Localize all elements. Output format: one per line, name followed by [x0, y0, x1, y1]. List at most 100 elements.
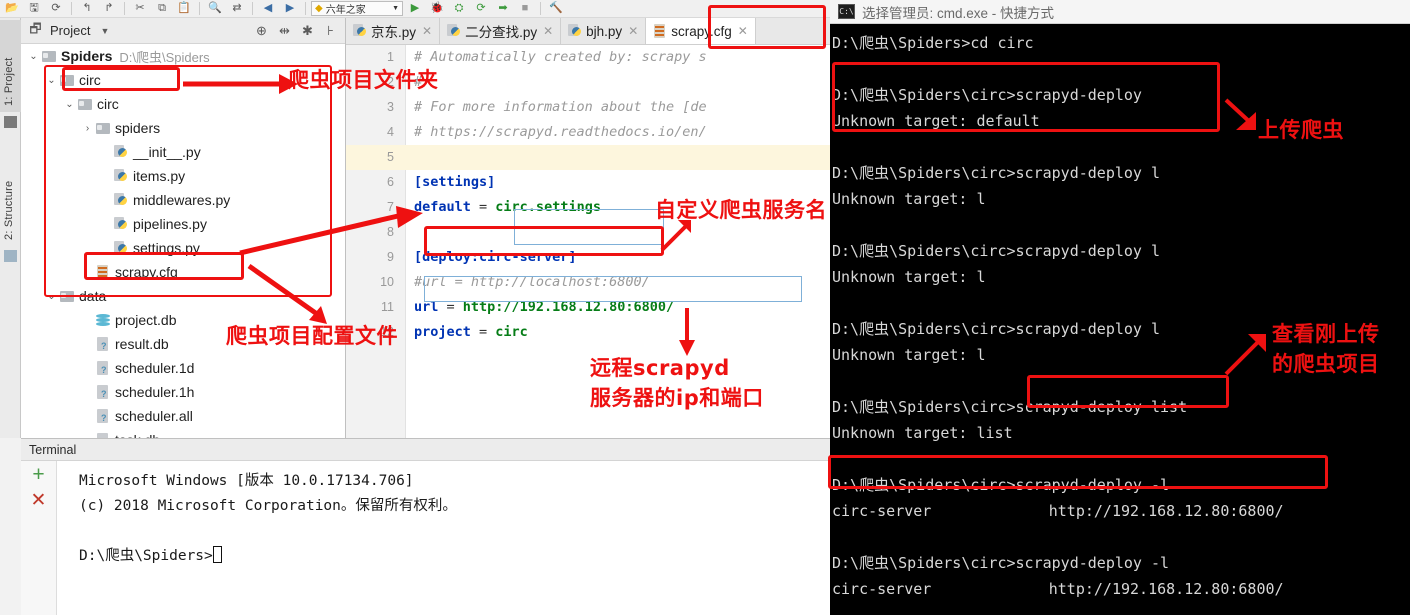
close-icon[interactable]: ✕	[738, 24, 748, 38]
pycharm-window: 📂 🖫 ⟳ ↰ ↱ ✂ ⧉ 📋 🔍 ⇄ ◀ ▶ ◆ 六年之家 ▼ ▶ 🐞 ⛭ ⟳…	[0, 0, 830, 615]
stop-icon[interactable]: ■	[515, 1, 535, 17]
editor-tab[interactable]: bjh.py ✕	[561, 18, 647, 44]
sidebar-item-project[interactable]: 1: Project	[0, 20, 21, 112]
redo-icon[interactable]: ↱	[99, 1, 119, 17]
tree-row[interactable]: ⌄ Spiders D:\爬虫\Spiders	[21, 44, 345, 68]
copy-icon[interactable]: ⧉	[152, 1, 172, 17]
tree-row[interactable]: ?task.db	[21, 428, 345, 438]
paste-icon[interactable]: 📋	[174, 1, 194, 17]
line-number: 7	[387, 200, 394, 214]
run-configuration-selector[interactable]: ◆ 六年之家 ▼	[311, 1, 403, 16]
chevron-down-icon[interactable]: ⌄	[27, 51, 40, 62]
tree-row[interactable]: items.py	[21, 164, 345, 188]
close-tab-button[interactable]: ✕	[31, 491, 47, 510]
editor-tab-label: bjh.py	[586, 23, 623, 39]
cmd-line: Unknown target: l	[832, 268, 986, 286]
terminal-line: (c) 2018 Microsoft Corporation。保留所有权利。	[79, 498, 457, 514]
tree-row[interactable]: › spiders	[21, 116, 345, 140]
line-number: 4	[387, 125, 394, 139]
cmd-console-output[interactable]: D:\爬虫\Spiders>cd circ D:\爬虫\Spiders\circ>…	[830, 24, 1410, 615]
tree-row[interactable]: ? scheduler.1h	[21, 380, 345, 404]
save-icon[interactable]: 🖫	[24, 1, 44, 17]
sidebar-item-structure[interactable]: 2: Structure	[0, 146, 21, 246]
coverage-icon[interactable]: ⛭	[449, 1, 469, 17]
run-anything-icon[interactable]: ➡	[493, 1, 513, 17]
chevron-down-icon[interactable]: ⌄	[45, 75, 58, 86]
tree-row[interactable]: scrapy.cfg	[21, 260, 345, 284]
project-file-tree[interactable]: ⌄ Spiders D:\爬虫\Spiders ⌄ circ ⌄ circ › spiders _…	[21, 44, 345, 438]
build-icon[interactable]: 🔨	[546, 1, 566, 17]
tree-row[interactable]: settings.py	[21, 236, 345, 260]
run-icon[interactable]: ▶	[405, 1, 425, 17]
hide-icon[interactable]: ⊦	[322, 23, 339, 39]
cmd-line: D:\爬虫\Spiders>cd circ	[832, 34, 1034, 52]
tree-row-label: middlewares.py	[133, 192, 231, 208]
code-line: 6 [settings]	[346, 170, 830, 195]
chevron-down-icon[interactable]: ⌄	[45, 291, 58, 302]
cmd-line	[832, 524, 1410, 550]
tree-row[interactable]: ⌄ circ	[21, 92, 345, 116]
collapse-all-icon[interactable]: ⇹	[276, 23, 293, 39]
gear-icon[interactable]: ✱	[299, 23, 316, 39]
tree-row[interactable]: ⌄ circ	[21, 68, 345, 92]
code-line-text: #url = http://localhost:6800/	[414, 274, 650, 290]
tree-row-label: Spiders	[61, 48, 113, 64]
tree-row-label: scrapy.cfg	[115, 264, 178, 280]
close-icon[interactable]: ✕	[628, 24, 638, 38]
back-icon[interactable]: ◀	[258, 1, 278, 17]
replace-icon[interactable]: ⇄	[227, 1, 247, 17]
debug-icon[interactable]: 🐞	[427, 1, 447, 17]
cmd-line	[832, 290, 1410, 316]
terminal-output[interactable]: Microsoft Windows [版本 10.0.17134.706] (c)…	[57, 461, 830, 615]
code-line-text: url = http://192.168.12.80:6800/	[414, 299, 675, 315]
tree-row[interactable]: middlewares.py	[21, 188, 345, 212]
tree-row-label: result.db	[115, 336, 169, 352]
editor-tab[interactable]: 二分查找.py ✕	[440, 18, 562, 44]
open-folder-icon[interactable]: 📂	[2, 1, 22, 17]
chevron-right-icon[interactable]: ›	[81, 123, 94, 134]
tree-row[interactable]: ? scheduler.1d	[21, 356, 345, 380]
tree-row-label: pipelines.py	[133, 216, 207, 232]
cmd-line: D:\爬虫\Spiders\circ>scrapyd-deploy -l	[832, 554, 1170, 572]
undo-icon[interactable]: ↰	[77, 1, 97, 17]
code-line: 1 # Automatically created by: scrapy s	[346, 45, 830, 70]
tree-row[interactable]: ? scheduler.all	[21, 404, 345, 428]
close-icon[interactable]: ✕	[422, 24, 432, 38]
tree-row[interactable]: ⌄ data	[21, 284, 345, 308]
cmd-line	[832, 602, 1410, 615]
profile-icon[interactable]: ⟳	[471, 1, 491, 17]
cmd-window: C:\ 选择管理员: cmd.exe - 快捷方式 D:\爬虫\Spiders>…	[830, 0, 1410, 615]
target-icon[interactable]: ⊕	[253, 23, 270, 39]
toolbar-divider	[124, 2, 125, 15]
line-number: 11	[381, 300, 394, 314]
tree-row[interactable]: ? result.db	[21, 332, 345, 356]
cmd-title-bar[interactable]: C:\ 选择管理员: cmd.exe - 快捷方式	[830, 0, 1410, 24]
sidebar-item-project-label: 1: Project	[3, 57, 15, 106]
add-tab-button[interactable]: +	[32, 464, 44, 485]
chevron-down-icon[interactable]: ▼	[96, 26, 113, 36]
tree-row-label: project.db	[115, 312, 177, 328]
close-icon[interactable]: ✕	[543, 24, 553, 38]
cut-icon[interactable]: ✂	[130, 1, 150, 17]
tree-row[interactable]: __init__.py	[21, 140, 345, 164]
folder-icon	[96, 122, 110, 134]
cfg-file-icon	[653, 24, 667, 38]
unknown-file-icon: ?	[96, 361, 110, 375]
python-file-icon	[353, 24, 367, 38]
code-line: 9 [deploy:circ-server]	[346, 245, 830, 270]
folder-icon	[60, 74, 74, 86]
code-editor[interactable]: 1 # Automatically created by: scrapy s 2 #3…	[346, 45, 830, 438]
forward-icon[interactable]: ▶	[280, 1, 300, 17]
cmd-line: circ-server http://192.168.12.80:6800/	[832, 580, 1284, 598]
tree-row[interactable]: project.db	[21, 308, 345, 332]
project-tool-window: 🗗 Project ▼ ⊕ ⇹ ✱ ⊦ ⌄ Spiders D:\爬虫\Spider…	[21, 18, 346, 438]
editor-tab[interactable]: 京东.py ✕	[346, 18, 441, 44]
tree-row-label: items.py	[133, 168, 186, 184]
tree-row[interactable]: pipelines.py	[21, 212, 345, 236]
sync-icon[interactable]: ⟳	[46, 1, 66, 17]
find-icon[interactable]: 🔍	[205, 1, 225, 17]
cmd-line	[832, 56, 1410, 82]
editor-tab[interactable]: scrapy.cfg ✕	[646, 18, 756, 44]
line-number: 5	[387, 150, 394, 164]
chevron-down-icon[interactable]: ⌄	[63, 99, 76, 110]
